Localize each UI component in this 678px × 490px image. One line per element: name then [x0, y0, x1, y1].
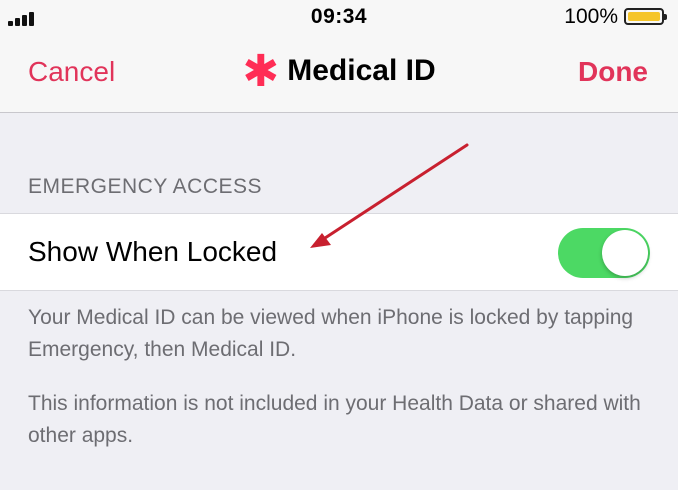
battery-percentage: 100% — [564, 5, 618, 28]
navigation-bar: Cancel ✱ Medical ID Done — [0, 36, 678, 113]
done-button[interactable]: Done — [578, 56, 648, 88]
page-title-text: Medical ID — [287, 54, 436, 87]
footer-description-2: This information is not included in your… — [28, 392, 641, 447]
show-when-locked-label: Show When Locked — [28, 236, 278, 267]
status-bar: 09:34 100% — [0, 0, 678, 36]
page-title: ✱ Medical ID — [0, 50, 678, 94]
footer-description-1: Your Medical ID can be viewed when iPhon… — [28, 306, 634, 361]
battery-icon — [624, 8, 667, 25]
toggle-knob — [602, 230, 648, 276]
show-when-locked-row: Show When Locked — [0, 213, 678, 291]
medical-asterisk-icon: ✱ — [242, 47, 280, 96]
show-when-locked-toggle[interactable] — [558, 228, 650, 278]
section-header-emergency-access: EMERGENCY ACCESS — [28, 175, 263, 198]
